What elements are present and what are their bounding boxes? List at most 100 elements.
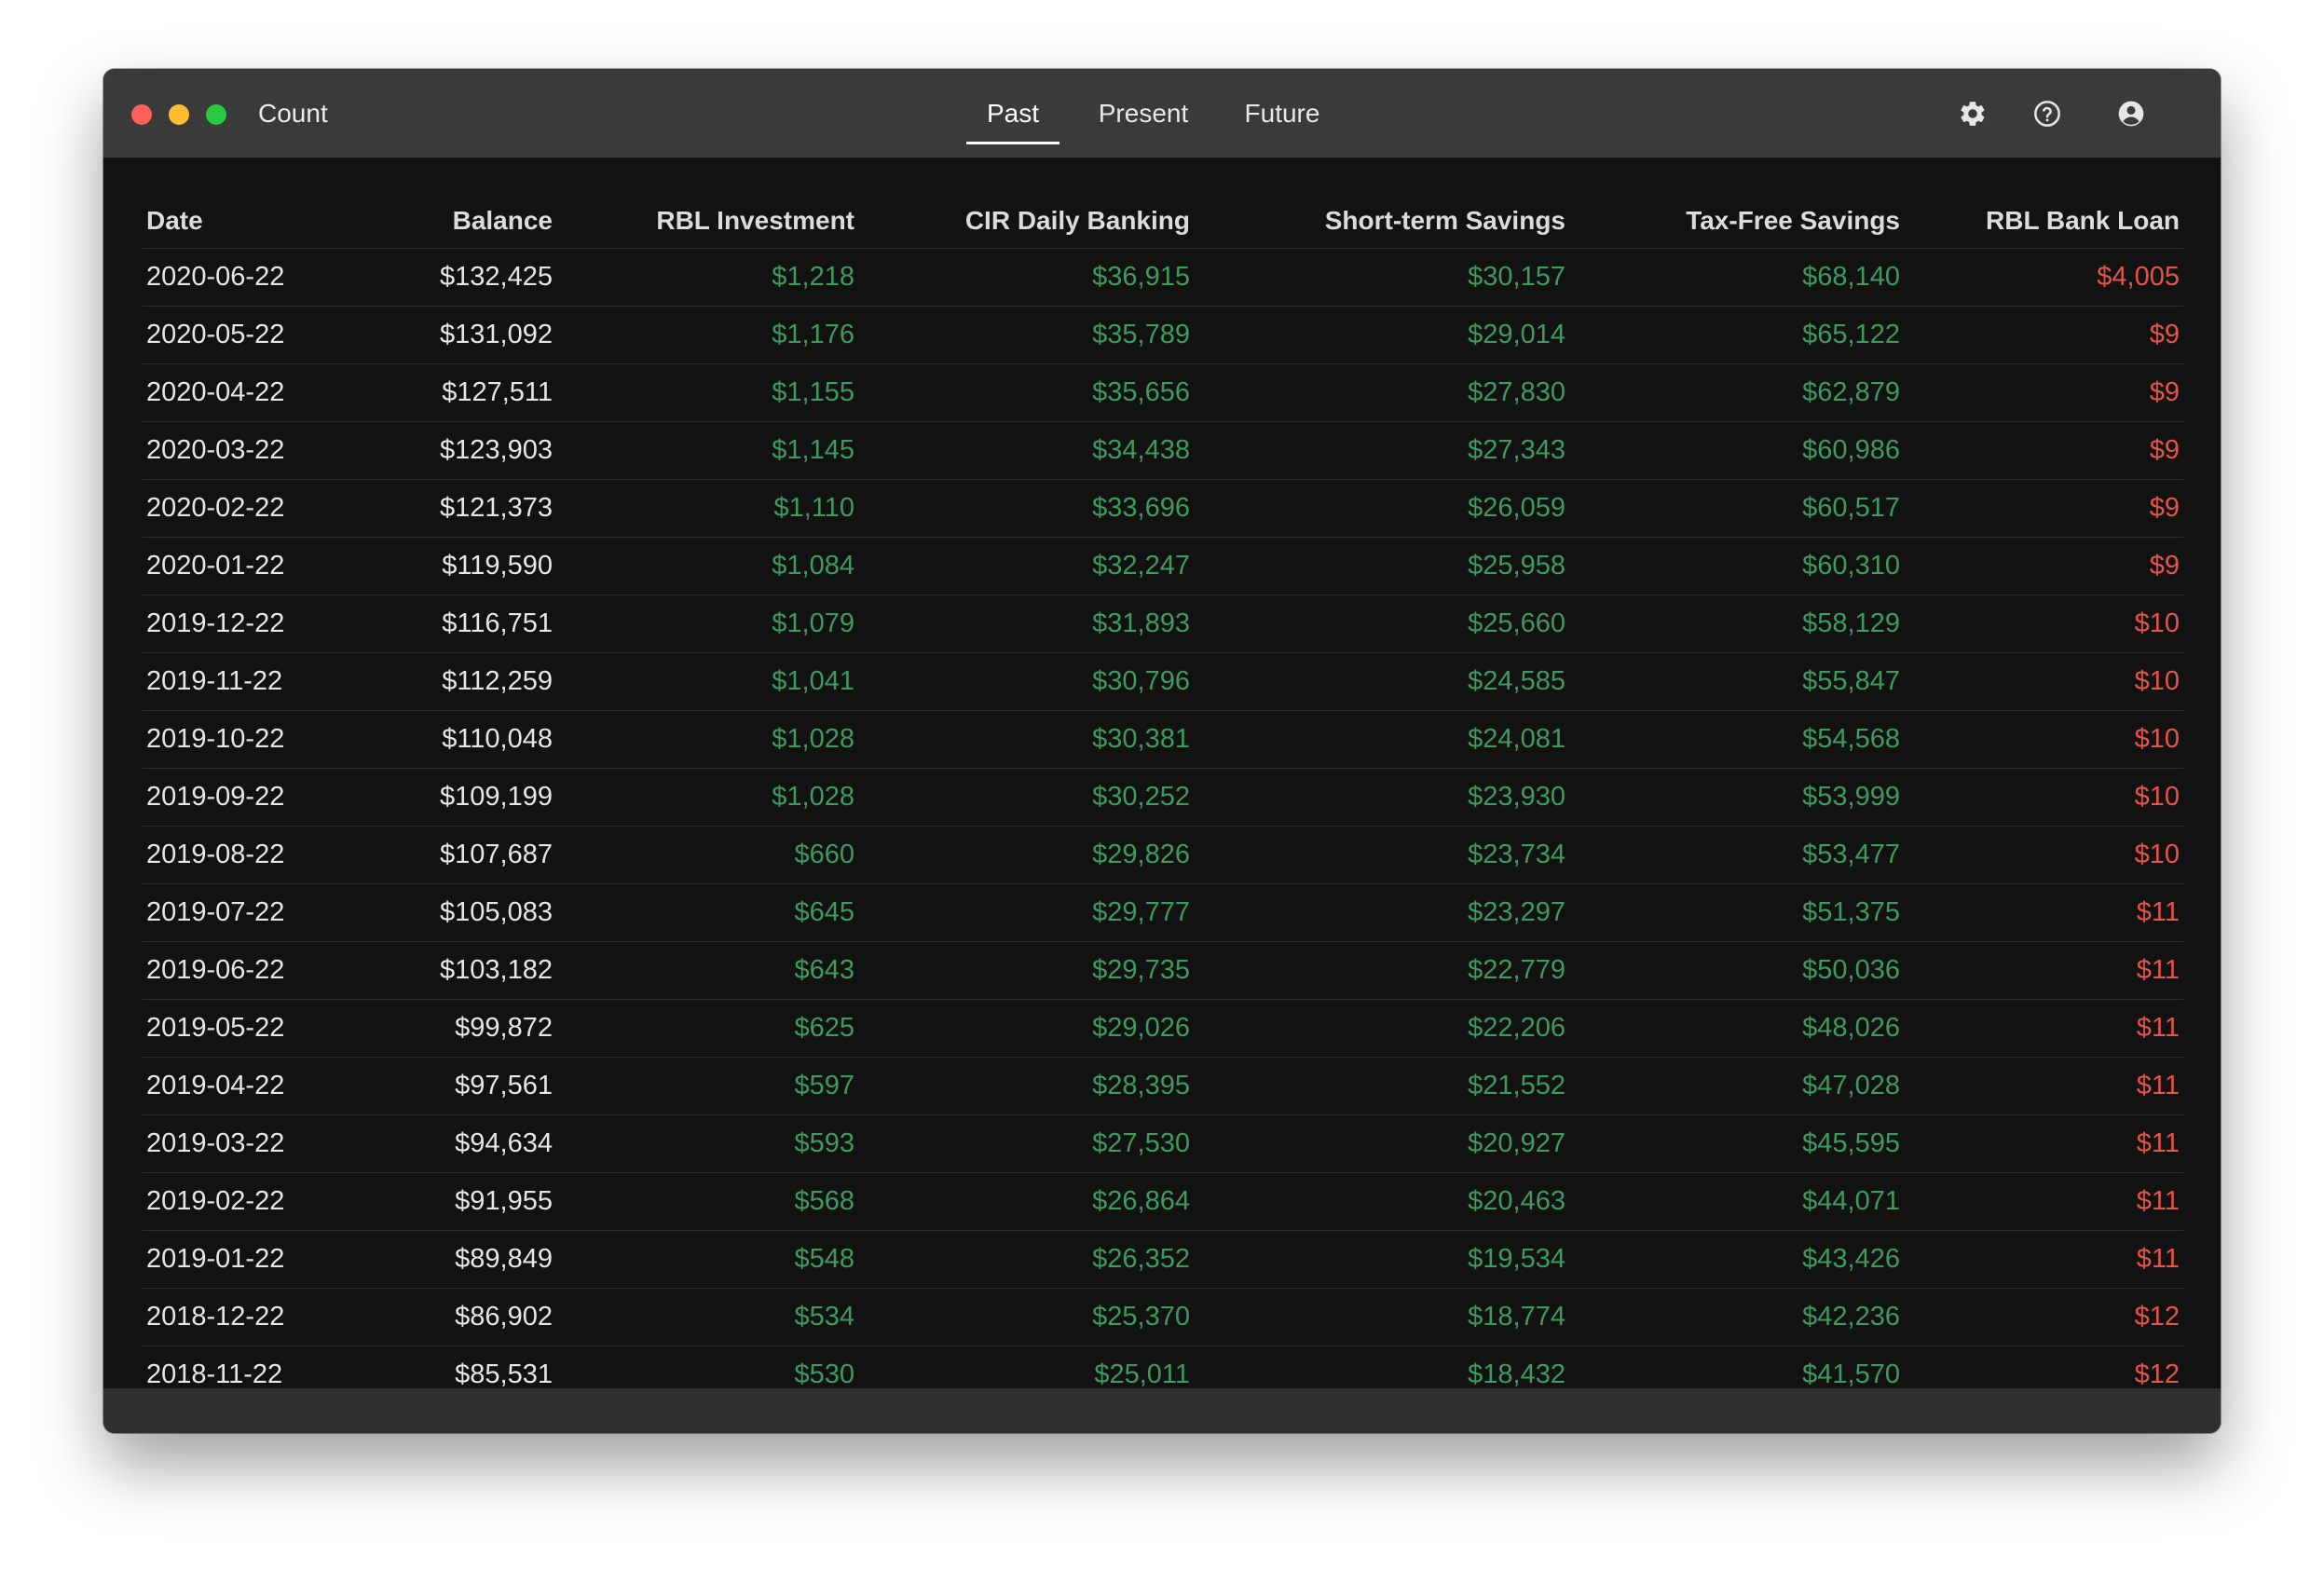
tax-free-savings-cell: $68,140 bbox=[1569, 248, 1904, 307]
table-row[interactable]: 2019-12-22 $116,751 $1,079 $31,893 $25,660 $5… bbox=[143, 594, 2183, 653]
table-row[interactable]: 2020-02-22 $121,373 $1,110 $33,696 $26,059 $6… bbox=[143, 479, 2183, 538]
balance-cell: $116,751 bbox=[329, 594, 556, 653]
cir-daily-banking-cell: $32,247 bbox=[858, 537, 1194, 595]
date-cell: 2019-11-22 bbox=[143, 652, 329, 711]
date-cell: 2019-02-22 bbox=[143, 1172, 329, 1231]
table-row[interactable]: 2020-06-22 $132,425 $1,218 $36,915 $30,157 $6… bbox=[143, 248, 2183, 307]
short-term-savings-cell: $22,206 bbox=[1194, 999, 1569, 1058]
short-term-savings-cell: $26,059 bbox=[1194, 479, 1569, 538]
date-cell: 2019-07-22 bbox=[143, 883, 329, 942]
date-cell: 2020-06-22 bbox=[143, 248, 329, 307]
table-row[interactable]: 2019-11-22 $112,259 $1,041 $30,796 $24,585 $5… bbox=[143, 652, 2183, 711]
tab-past[interactable]: Past bbox=[966, 95, 1059, 144]
short-term-savings-cell: $24,081 bbox=[1194, 710, 1569, 769]
short-term-savings-cell: $20,927 bbox=[1194, 1114, 1569, 1173]
table-row[interactable]: 2019-09-22 $109,199 $1,028 $30,252 $23,930 $5… bbox=[143, 768, 2183, 826]
table-row[interactable]: 2019-07-22 $105,083 $645 $29,777 $23,297 $51,… bbox=[143, 883, 2183, 942]
rbl-investment-cell: $645 bbox=[556, 883, 858, 942]
balances-table: Date Balance RBL Investment CIR Daily Banki… bbox=[143, 194, 2183, 1388]
short-term-savings-cell: $22,779 bbox=[1194, 941, 1569, 1000]
balance-cell: $85,531 bbox=[329, 1346, 556, 1388]
cir-daily-banking-cell: $33,696 bbox=[858, 479, 1194, 538]
table-row[interactable]: 2019-08-22 $107,687 $660 $29,826 $23,734 $53,… bbox=[143, 826, 2183, 884]
table-row[interactable]: 2019-04-22 $97,561 $597 $28,395 $21,552 $47,0… bbox=[143, 1057, 2183, 1115]
tax-free-savings-cell: $45,595 bbox=[1569, 1114, 1904, 1173]
table-row[interactable]: 2019-10-22 $110,048 $1,028 $30,381 $24,081 $5… bbox=[143, 710, 2183, 769]
rbl-investment-cell: $643 bbox=[556, 941, 858, 1000]
tax-free-savings-cell: $62,879 bbox=[1569, 363, 1904, 422]
column-header[interactable]: Short-term Savings bbox=[1194, 194, 1569, 249]
rbl-bank-loan-cell: $10 bbox=[1904, 710, 2183, 769]
short-term-savings-cell: $23,297 bbox=[1194, 883, 1569, 942]
balance-cell: $99,872 bbox=[329, 999, 556, 1058]
table-row[interactable]: 2020-05-22 $131,092 $1,176 $35,789 $29,014 $6… bbox=[143, 306, 2183, 364]
column-header[interactable]: RBL Bank Loan bbox=[1904, 194, 2183, 249]
help-circle-icon[interactable] bbox=[2032, 99, 2062, 129]
table-row[interactable]: 2019-02-22 $91,955 $568 $26,864 $20,463 $44,0… bbox=[143, 1172, 2183, 1231]
rbl-investment-cell: $1,028 bbox=[556, 710, 858, 769]
column-header[interactable]: Balance bbox=[329, 194, 556, 249]
short-term-savings-cell: $27,830 bbox=[1194, 363, 1569, 422]
balance-cell: $86,902 bbox=[329, 1288, 556, 1346]
rbl-bank-loan-cell: $10 bbox=[1904, 768, 2183, 826]
rbl-bank-loan-cell: $11 bbox=[1904, 1172, 2183, 1231]
column-header[interactable]: Tax-Free Savings bbox=[1569, 194, 1904, 249]
bottom-bar bbox=[103, 1388, 2221, 1433]
rbl-investment-cell: $1,041 bbox=[556, 652, 858, 711]
rbl-investment-cell: $1,218 bbox=[556, 248, 858, 307]
short-term-savings-cell: $19,534 bbox=[1194, 1230, 1569, 1289]
rbl-bank-loan-cell: $11 bbox=[1904, 883, 2183, 942]
balance-cell: $121,373 bbox=[329, 479, 556, 538]
balance-cell: $110,048 bbox=[329, 710, 556, 769]
tax-free-savings-cell: $53,999 bbox=[1569, 768, 1904, 826]
tax-free-savings-cell: $42,236 bbox=[1569, 1288, 1904, 1346]
table-row[interactable]: 2019-05-22 $99,872 $625 $29,026 $22,206 $48,0… bbox=[143, 999, 2183, 1058]
date-cell: 2019-04-22 bbox=[143, 1057, 329, 1115]
date-cell: 2019-03-22 bbox=[143, 1114, 329, 1173]
table-row[interactable]: 2019-06-22 $103,182 $643 $29,735 $22,779 $50,… bbox=[143, 941, 2183, 1000]
balance-cell: $94,634 bbox=[329, 1114, 556, 1173]
rbl-bank-loan-cell: $9 bbox=[1904, 537, 2183, 595]
table-row[interactable]: 2020-04-22 $127,511 $1,155 $35,656 $27,830 $6… bbox=[143, 363, 2183, 422]
table-row[interactable]: 2018-12-22 $86,902 $534 $25,370 $18,774 $42,2… bbox=[143, 1288, 2183, 1346]
short-term-savings-cell: $23,734 bbox=[1194, 826, 1569, 884]
date-cell: 2019-09-22 bbox=[143, 768, 329, 826]
rbl-investment-cell: $534 bbox=[556, 1288, 858, 1346]
table-row[interactable]: 2020-03-22 $123,903 $1,145 $34,438 $27,343 $6… bbox=[143, 421, 2183, 480]
short-term-savings-cell: $27,343 bbox=[1194, 421, 1569, 480]
tab-present[interactable]: Present bbox=[1091, 95, 1196, 142]
rbl-investment-cell: $1,110 bbox=[556, 479, 858, 538]
rbl-bank-loan-cell: $10 bbox=[1904, 594, 2183, 653]
tax-free-savings-cell: $60,517 bbox=[1569, 479, 1904, 538]
rbl-investment-cell: $593 bbox=[556, 1114, 858, 1173]
content-area: Date Balance RBL Investment CIR Daily Banki… bbox=[103, 158, 2221, 1388]
rbl-bank-loan-cell: $10 bbox=[1904, 652, 2183, 711]
table-row[interactable]: 2020-01-22 $119,590 $1,084 $32,247 $25,958 $6… bbox=[143, 537, 2183, 595]
column-header[interactable]: RBL Investment bbox=[556, 194, 858, 249]
tab-future[interactable]: Future bbox=[1236, 95, 1329, 142]
date-cell: 2019-05-22 bbox=[143, 999, 329, 1058]
rbl-investment-cell: $530 bbox=[556, 1346, 858, 1388]
balance-cell: $97,561 bbox=[329, 1057, 556, 1115]
title-bar: Count Past Present Future bbox=[103, 69, 2221, 158]
tax-free-savings-cell: $47,028 bbox=[1569, 1057, 1904, 1115]
column-header[interactable]: CIR Daily Banking bbox=[858, 194, 1194, 249]
short-term-savings-cell: $25,958 bbox=[1194, 537, 1569, 595]
cir-daily-banking-cell: $25,370 bbox=[858, 1288, 1194, 1346]
cir-daily-banking-cell: $29,826 bbox=[858, 826, 1194, 884]
rbl-investment-cell: $597 bbox=[556, 1057, 858, 1115]
balance-cell: $89,849 bbox=[329, 1230, 556, 1289]
table-row[interactable]: 2018-11-22 $85,531 $530 $25,011 $18,432 $41,5… bbox=[143, 1346, 2183, 1388]
user-circle-icon[interactable] bbox=[2116, 99, 2146, 129]
tax-free-savings-cell: $50,036 bbox=[1569, 941, 1904, 1000]
tax-free-savings-cell: $65,122 bbox=[1569, 306, 1904, 364]
column-header[interactable]: Date bbox=[143, 194, 329, 249]
date-cell: 2019-12-22 bbox=[143, 594, 329, 653]
table-row[interactable]: 2019-01-22 $89,849 $548 $26,352 $19,534 $43,4… bbox=[143, 1230, 2183, 1289]
tax-free-savings-cell: $41,570 bbox=[1569, 1346, 1904, 1388]
short-term-savings-cell: $24,585 bbox=[1194, 652, 1569, 711]
gear-icon[interactable] bbox=[1958, 99, 1988, 129]
table-row[interactable]: 2019-03-22 $94,634 $593 $27,530 $20,927 $45,5… bbox=[143, 1114, 2183, 1173]
rbl-bank-loan-cell: $9 bbox=[1904, 306, 2183, 364]
rbl-bank-loan-cell: $10 bbox=[1904, 826, 2183, 884]
